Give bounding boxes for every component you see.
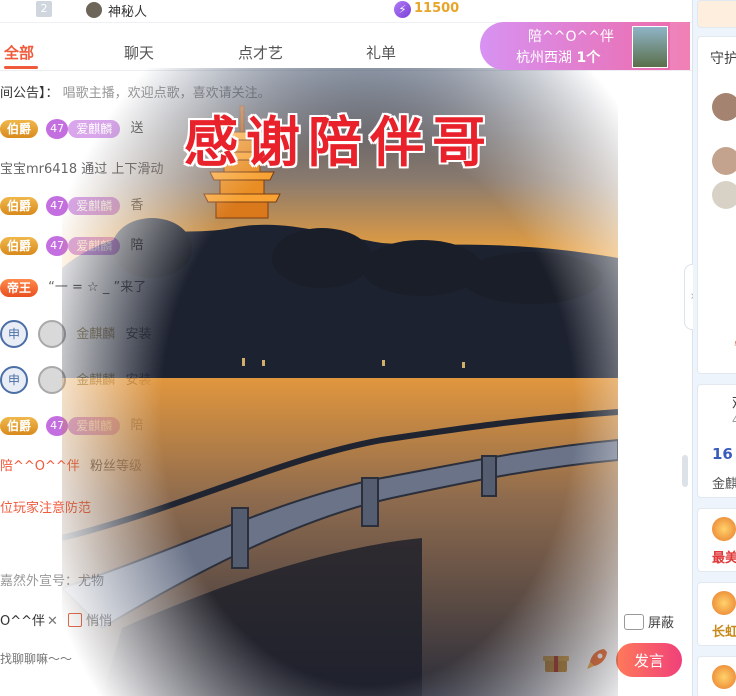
gift-rank-card[interactable] bbox=[697, 656, 736, 696]
guard-card: 守护 守 bbox=[697, 36, 736, 374]
gift-rank-card[interactable]: 长虹 bbox=[697, 582, 736, 646]
room-notice: 间公告】： 唱歌主播，欢迎点歌，喜欢请关注。 bbox=[0, 82, 271, 101]
fan-level-badge: 47 bbox=[46, 118, 69, 139]
user-name[interactable]: 陪^^O^^伴 bbox=[0, 459, 80, 474]
gift-rank-card[interactable]: 最美 bbox=[697, 508, 736, 572]
message-text: “一 = ☆ _ ”来了 bbox=[48, 280, 147, 295]
right-panel: 守护 守 观 42 16 金麒 最美 长虹 bbox=[693, 0, 736, 696]
noble-badge: 伯爵 bbox=[0, 196, 39, 215]
lightning-coin-icon: ⚡ bbox=[394, 1, 411, 18]
rank-strip: 2 神秘人 ⚡ 11500 bbox=[0, 0, 692, 23]
chat-input[interactable] bbox=[0, 648, 500, 670]
avatar[interactable] bbox=[712, 147, 736, 175]
whisper-checkbox[interactable] bbox=[68, 613, 82, 627]
list-item: 伯爵 47 爱麒麟 送 bbox=[0, 117, 143, 139]
list-item: 宝宝mr6418 通过 上下滑动 bbox=[0, 158, 163, 180]
tab-active-indicator bbox=[4, 66, 38, 69]
medal-icon bbox=[712, 665, 736, 689]
avatar[interactable] bbox=[712, 181, 736, 209]
rank-number: 2 bbox=[36, 1, 52, 17]
audience-title: 观 bbox=[732, 393, 736, 413]
gift-banner-edge bbox=[670, 22, 690, 70]
noble-badge: 伯爵 bbox=[0, 119, 39, 138]
notice-body: 唱歌主播，欢迎点歌，喜欢请关注。 bbox=[62, 86, 271, 101]
avatar[interactable] bbox=[86, 2, 102, 18]
gift-icon[interactable] bbox=[542, 650, 570, 674]
medal-icon bbox=[712, 517, 736, 541]
chat-panel: 2 神秘人 ⚡ 11500 全部 聊天 点才艺 礼单 间公告】： 唱歌主播，欢迎… bbox=[0, 0, 693, 696]
rocket-icon[interactable] bbox=[584, 646, 610, 672]
audience-number: 16 bbox=[712, 445, 733, 463]
fan-club-name: 爱麒麟 bbox=[68, 119, 121, 138]
shield-medal-icon bbox=[38, 366, 67, 394]
fan-club-name: 爱麒麟 bbox=[68, 416, 121, 435]
guard-medal-icon: 申 bbox=[0, 320, 28, 348]
noble-badge: 伯爵 bbox=[0, 416, 39, 435]
fan-level-badge: 47 bbox=[46, 235, 69, 256]
tab-talent[interactable]: 点才艺 bbox=[238, 42, 283, 63]
gift-thumbnail bbox=[632, 26, 668, 68]
close-icon[interactable]: ✕ bbox=[47, 614, 58, 629]
gift-count: 1个 bbox=[576, 50, 601, 66]
list-item: 陪^^O^^伴 粉丝等级 bbox=[0, 455, 142, 477]
chat-target[interactable]: O^^伴 ✕ bbox=[0, 610, 58, 629]
tab-chat[interactable]: 聊天 bbox=[124, 42, 154, 63]
whisper-label: 悄悄 bbox=[86, 614, 113, 629]
promo-message: 嘉然外宣号：尤物 bbox=[0, 574, 105, 589]
audience-sub: 42 bbox=[732, 413, 736, 427]
noble-badge: 伯爵 bbox=[0, 236, 39, 255]
gift-title: 杭州西湖 bbox=[516, 50, 572, 66]
guard-medal-icon: 申 bbox=[0, 366, 28, 394]
tab-all[interactable]: 全部 bbox=[4, 42, 34, 63]
list-item: 伯爵 47 爱麒麟 香 bbox=[0, 194, 143, 216]
gift-name: 杭州西湖 1个 bbox=[516, 47, 600, 67]
message-text: 安装 bbox=[125, 372, 152, 388]
gift-rank-label: 最美 bbox=[712, 551, 736, 566]
list-item: 申 金麒麟 安装 bbox=[0, 320, 151, 348]
message-text: 陪 bbox=[130, 238, 144, 253]
rank-user-name[interactable]: 神秘人 bbox=[108, 1, 147, 20]
fan-club-name: 爱麒麟 bbox=[68, 236, 121, 255]
list-item: 伯爵 47 爱麒麟 陪 bbox=[0, 414, 143, 436]
message-text: 送 bbox=[130, 121, 144, 136]
message-text: 安装 bbox=[125, 326, 152, 342]
send-button[interactable]: 发言 bbox=[616, 643, 682, 677]
gift-sender: 陪^^O^^伴 bbox=[528, 29, 614, 45]
rank-score: 11500 bbox=[414, 1, 460, 16]
list-item: 申 金麒麟 安装 bbox=[0, 366, 151, 394]
audience-tag: 金麒 bbox=[712, 477, 736, 492]
block-button[interactable]: 屏蔽 bbox=[648, 612, 674, 631]
user-name[interactable]: 金麒麟 bbox=[76, 327, 115, 342]
right-top-card bbox=[697, 0, 736, 28]
tab-gift-list[interactable]: 礼单 bbox=[366, 42, 396, 63]
message-text: 粉丝等级 bbox=[89, 459, 142, 474]
noble-badge: 帝王 bbox=[0, 278, 39, 297]
gift-rank-label: 长虹 bbox=[712, 625, 736, 640]
user-name[interactable]: 金麒麟 bbox=[76, 373, 115, 388]
fan-level-badge: 47 bbox=[46, 415, 69, 436]
message-text: 宝宝mr6418 通过 上下滑动 bbox=[0, 162, 164, 177]
gift-notice-banner[interactable]: 陪^^O^^伴 杭州西湖 1个 bbox=[480, 22, 690, 70]
guard-title[interactable]: 守护 bbox=[710, 48, 736, 68]
audience-card: 观 42 16 金麒 bbox=[697, 384, 736, 498]
list-item: 帝王 “一 = ☆ _ ”来了 bbox=[0, 276, 146, 298]
medal-icon bbox=[712, 591, 736, 615]
fan-level-badge: 47 bbox=[46, 195, 69, 216]
chat-target-name: O^^伴 bbox=[0, 614, 46, 629]
list-item: 伯爵 47 爱麒麟 陪 bbox=[0, 234, 143, 256]
fan-club-name: 爱麒麟 bbox=[68, 196, 121, 215]
shield-medal-icon bbox=[38, 320, 67, 348]
chat-scrollbar[interactable] bbox=[682, 455, 688, 487]
notice-prefix: 间公告】： bbox=[0, 86, 59, 101]
block-icon[interactable] bbox=[624, 614, 644, 630]
input-toolbar: O^^伴 ✕ 悄悄 屏蔽 bbox=[0, 604, 692, 636]
safety-warning: 位玩家注意防范 bbox=[0, 501, 92, 516]
avatar[interactable] bbox=[712, 93, 736, 121]
message-text: 香 bbox=[130, 198, 144, 213]
message-text: 陪 bbox=[130, 418, 144, 433]
